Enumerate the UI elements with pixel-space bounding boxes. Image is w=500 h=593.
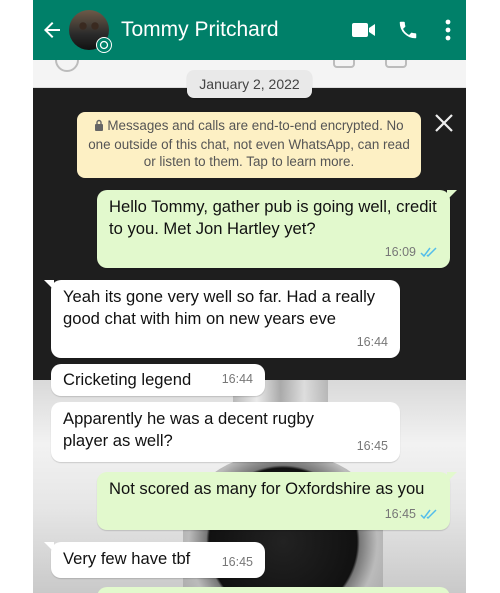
- message-meta: 16:45: [222, 551, 253, 573]
- dismiss-notice-button[interactable]: [431, 110, 457, 136]
- message-text: Cricketing legend: [63, 370, 192, 389]
- message-text: Not scored as many for Oxfordshire as yo…: [109, 479, 425, 498]
- contact-name[interactable]: Tommy Pritchard: [121, 18, 342, 42]
- bubble-tail: [447, 472, 457, 482]
- phone-icon: [399, 21, 417, 39]
- arrow-left-icon: [44, 22, 60, 38]
- message-meta: 16:44: [222, 368, 253, 390]
- message-text: Apparently he was a decent rugby player …: [63, 409, 314, 450]
- message-text: Very few have tbf: [63, 549, 191, 568]
- contact-avatar[interactable]: [69, 10, 112, 53]
- message-time: 16:44: [356, 335, 388, 349]
- double-check-icon: [420, 508, 437, 519]
- status-badge: [96, 37, 112, 53]
- message-time: 16:45: [384, 507, 416, 521]
- message-meta: 16:45: [385, 503, 438, 525]
- vertical-dots-icon: [445, 19, 451, 41]
- encryption-notice[interactable]: Messages and calls are end-to-end encryp…: [77, 112, 421, 178]
- double-check-icon: [420, 246, 437, 257]
- community-icon: [99, 40, 109, 50]
- message-bubble-outgoing-partial[interactable]: [97, 587, 450, 593]
- close-icon: [435, 114, 453, 132]
- menu-button[interactable]: [430, 0, 466, 60]
- message-meta: 16:44: [357, 331, 388, 353]
- date-chip: January 2, 2022: [187, 70, 312, 98]
- message-bubble-incoming[interactable]: Very few have tbf 16:45: [44, 542, 265, 578]
- lock-icon: [94, 118, 104, 136]
- message-time: 16:45: [221, 555, 253, 569]
- bubble-tail: [44, 542, 54, 552]
- message-bubble-outgoing[interactable]: Not scored as many for Oxfordshire as yo…: [97, 472, 457, 530]
- message-bubble-outgoing[interactable]: Hello Tommy, gather pub is going well, c…: [97, 190, 457, 268]
- message-meta: 16:45: [357, 435, 388, 457]
- video-camera-icon: [352, 23, 375, 37]
- encryption-notice-text: Messages and calls are end-to-end encryp…: [88, 118, 410, 169]
- chat-header: Tommy Pritchard: [33, 0, 466, 60]
- chat-screen: Tommy Pritchard January 2, 2022 Messages: [33, 0, 466, 593]
- message-bubble-incoming[interactable]: Yeah its gone very well so far. Had a re…: [44, 280, 400, 358]
- bubble-tail: [44, 280, 54, 290]
- message-text: Yeah its gone very well so far. Had a re…: [63, 287, 376, 328]
- video-call-button[interactable]: [342, 0, 386, 60]
- message-time: 16:44: [221, 372, 253, 386]
- message-meta: 16:09: [385, 241, 438, 263]
- message-time: 16:45: [356, 439, 388, 453]
- back-button[interactable]: [35, 0, 69, 60]
- message-bubble-incoming[interactable]: Cricketing legend 16:44: [51, 364, 265, 396]
- voice-call-button[interactable]: [386, 0, 430, 60]
- bubble-tail: [447, 190, 457, 200]
- message-bubble-incoming[interactable]: Apparently he was a decent rugby player …: [51, 402, 400, 462]
- message-text: Hello Tommy, gather pub is going well, c…: [109, 197, 437, 238]
- message-time: 16:09: [384, 245, 416, 259]
